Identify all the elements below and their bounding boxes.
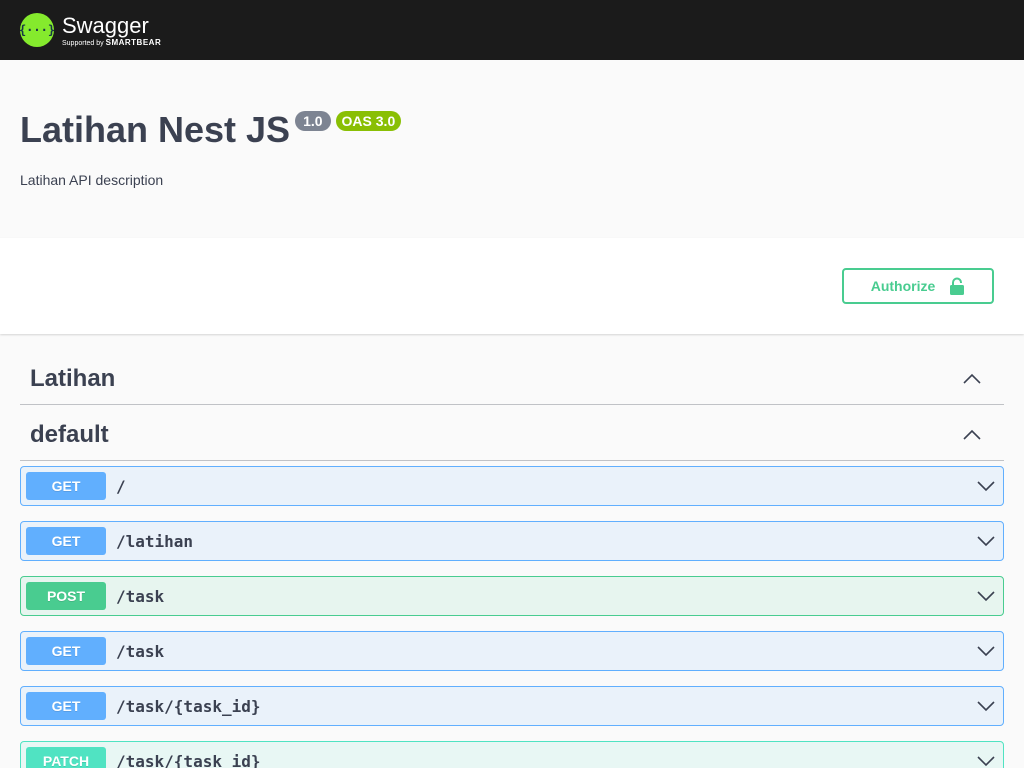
svg-text:{···}: {···} bbox=[20, 23, 54, 37]
logo-sub: Supported by SMARTBEAR bbox=[62, 38, 162, 48]
operation-patch-task-id[interactable]: PATCH /task/{task_id} bbox=[20, 741, 1004, 768]
operation-get-task[interactable]: GET /task bbox=[20, 631, 1004, 671]
operations-section: Latihan default GET / GET /latihan POST … bbox=[0, 334, 1024, 768]
tag-header-default[interactable]: default bbox=[20, 410, 1004, 461]
logo-sub-prefix: Supported by bbox=[62, 40, 104, 47]
chevron-down-icon[interactable] bbox=[976, 586, 996, 606]
logo-name: Swagger bbox=[62, 13, 149, 38]
operation-get-task-id[interactable]: GET /task/{task_id} bbox=[20, 686, 1004, 726]
authorize-button[interactable]: Authorize bbox=[842, 268, 994, 304]
page-title: Latihan Nest JS bbox=[20, 109, 291, 150]
operation-path: / bbox=[116, 476, 126, 496]
operation-post-task[interactable]: POST /task bbox=[20, 576, 1004, 616]
info-section: Latihan Nest JS 1.0 OAS 3.0 Latihan API … bbox=[0, 60, 1024, 238]
lock-icon bbox=[950, 277, 965, 295]
operation-get-latihan[interactable]: GET /latihan bbox=[20, 521, 1004, 561]
method-badge: GET bbox=[26, 692, 106, 720]
logo-sub-brand: SMARTBEAR bbox=[105, 38, 162, 47]
swagger-logo[interactable]: {···} Swagger Supported by SMARTBEAR bbox=[20, 13, 161, 47]
topbar: {···} Swagger Supported by SMARTBEAR bbox=[0, 0, 1024, 60]
operation-path: /task/{task_id} bbox=[116, 751, 261, 768]
chevron-down-icon[interactable] bbox=[976, 696, 996, 716]
oas-badge: OAS 3.0 bbox=[335, 111, 402, 131]
operation-path: /task/{task_id} bbox=[116, 696, 261, 716]
method-badge: PATCH bbox=[26, 747, 106, 768]
chevron-up-icon[interactable] bbox=[962, 425, 982, 445]
chevron-down-icon[interactable] bbox=[976, 531, 996, 551]
operation-path: /task bbox=[116, 641, 165, 661]
tag-name: default bbox=[30, 421, 109, 448]
version-badge: 1.0 bbox=[295, 111, 331, 131]
authorize-label: Authorize bbox=[870, 278, 936, 294]
method-badge: GET bbox=[26, 527, 106, 555]
chevron-down-icon[interactable] bbox=[976, 476, 996, 496]
scheme-container: Authorize bbox=[0, 238, 1024, 334]
operation-path: /task bbox=[116, 586, 165, 606]
method-badge: GET bbox=[26, 472, 106, 500]
chevron-up-icon[interactable] bbox=[962, 369, 982, 389]
api-description: Latihan API description bbox=[20, 172, 164, 188]
method-badge: GET bbox=[26, 637, 106, 665]
tag-header-latihan[interactable]: Latihan bbox=[20, 354, 1004, 405]
method-badge: POST bbox=[26, 582, 106, 610]
tag-name: Latihan bbox=[30, 365, 116, 392]
operation-path: /latihan bbox=[116, 531, 194, 551]
chevron-down-icon[interactable] bbox=[976, 641, 996, 661]
swagger-logo-icon: {···} bbox=[20, 13, 54, 47]
chevron-down-icon[interactable] bbox=[976, 751, 996, 768]
operation-get-root[interactable]: GET / bbox=[20, 466, 1004, 506]
